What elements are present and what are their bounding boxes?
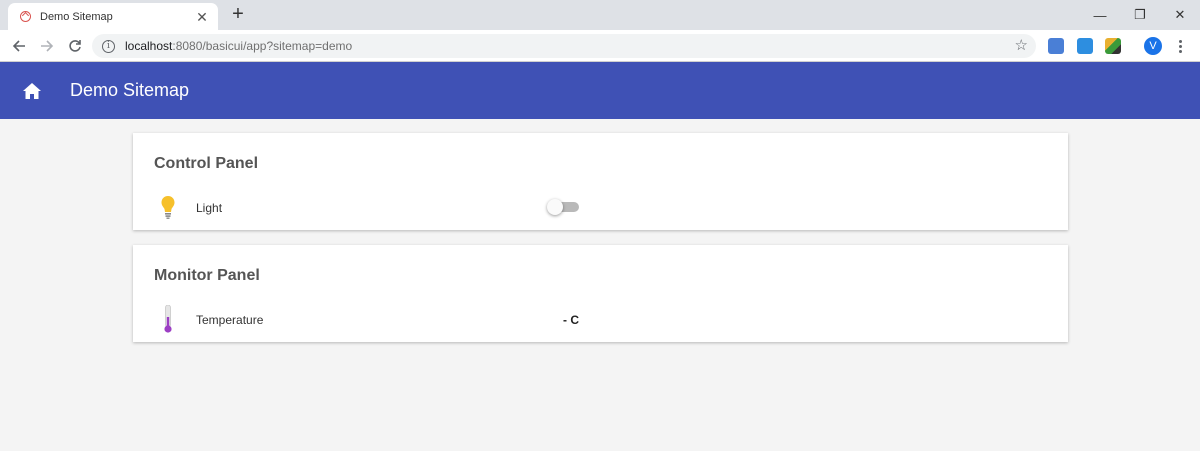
home-icon[interactable] [20,79,44,103]
temperature-value: - C [563,313,579,327]
light-toggle-switch[interactable] [547,199,579,215]
tab-title: Demo Sitemap [40,10,113,23]
light-label: Light [196,201,223,215]
bookmark-star-icon[interactable]: ☆ [1015,37,1028,55]
browser-toolbar: i localhost:8080/basicui/app?sitemap=dem… [0,30,1200,62]
minimize-button[interactable]: — [1080,0,1120,30]
address-bar[interactable]: i localhost:8080/basicui/app?sitemap=dem… [92,34,1036,58]
app-header: Demo Sitemap [0,62,1200,119]
monitor-panel-title: Monitor Panel [154,267,260,284]
temperature-row: Temperature - C [133,304,1068,333]
url-text: localhost:8080/basicui/app?sitemap=demo [125,39,352,53]
window-close-button[interactable]: ✕ [1160,0,1200,30]
temperature-label: Temperature [196,313,264,327]
new-tab-button[interactable]: + [228,4,248,24]
translate-extension-icon[interactable] [1048,38,1064,54]
control-panel-card: Control Panel Light [133,133,1068,230]
switch-knob [547,199,563,215]
close-tab-icon[interactable]: ✕ [194,9,210,25]
docs-extension-icon[interactable] [1077,38,1093,54]
extension-icon[interactable] [1105,38,1121,54]
url-path: :8080/basicui/app?sitemap=demo [172,39,353,53]
forward-icon[interactable] [36,35,58,57]
thermometer-icon [159,304,177,333]
page-title: Demo Sitemap [70,80,190,100]
reload-icon[interactable] [64,35,86,57]
browser-menu-icon[interactable] [1174,36,1186,56]
site-info-icon[interactable]: i [102,39,115,53]
monitor-panel-card: Monitor Panel Temperature - C [133,245,1068,342]
url-host: localhost [125,39,173,53]
openhab-favicon-icon [20,11,31,22]
control-panel-title: Control Panel [154,155,259,172]
back-icon[interactable] [8,35,30,57]
browser-tab-bar: Demo Sitemap ✕ + — ❐ ✕ [0,0,1200,30]
profile-avatar[interactable]: V [1144,37,1162,55]
browser-tab[interactable]: Demo Sitemap ✕ [8,3,218,30]
light-row: Light [133,193,1068,221]
lightbulb-icon [159,193,177,221]
restore-button[interactable]: ❐ [1120,0,1160,30]
